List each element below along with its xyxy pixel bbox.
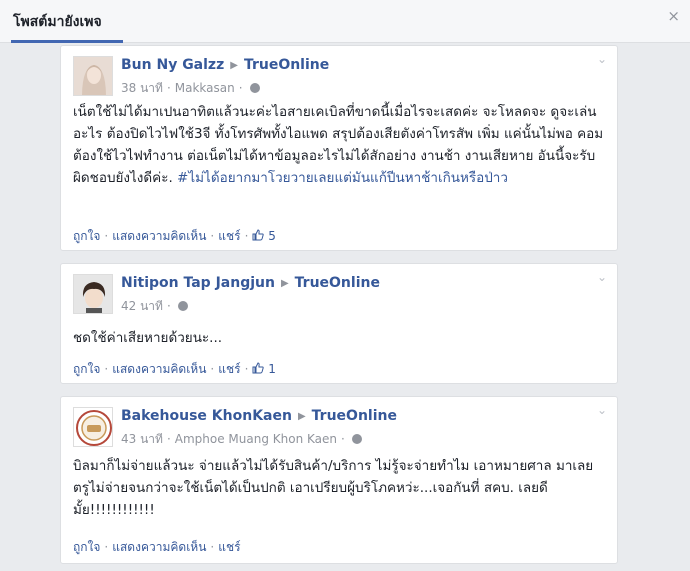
close-icon[interactable]: ×: [667, 9, 680, 24]
post-actions: ถูกใจ · แสดงความคิดเห็น · แชร์ · 5: [73, 227, 276, 246]
author-line: Bun Ny Galzz ▶ TrueOnline: [121, 57, 329, 73]
author-line: Bakehouse KhonKaen ▶ TrueOnline: [121, 408, 397, 424]
meta-separator: ·: [166, 81, 171, 95]
page-link[interactable]: TrueOnline: [244, 57, 329, 73]
like-count-value: 5: [268, 229, 276, 243]
action-separator: ·: [104, 229, 109, 243]
comment-button[interactable]: แสดงความคิดเห็น: [112, 229, 206, 243]
location[interactable]: Amphoe Muang Khon Kaen: [175, 432, 337, 446]
meta-separator: ·: [166, 299, 171, 313]
author-link[interactable]: Bakehouse KhonKaen: [121, 408, 292, 424]
author-link[interactable]: Nitipon Tap Jangjun: [121, 275, 275, 291]
post-actions: ถูกใจ · แสดงความคิดเห็น · แชร์: [73, 538, 241, 557]
share-button[interactable]: แชร์: [218, 229, 240, 243]
page-link[interactable]: TrueOnline: [312, 408, 397, 424]
posts-to-page-header: โพสต์มายังเพจ ×: [0, 0, 690, 43]
header-tab-underline: [11, 40, 123, 43]
post-meta: 38 นาที · Makkasan ·: [121, 79, 260, 98]
like-button[interactable]: ถูกใจ: [73, 229, 100, 243]
action-separator: ·: [104, 362, 109, 376]
location[interactable]: Makkasan: [175, 81, 235, 95]
arrow-right-icon: ▶: [280, 278, 289, 289]
timestamp[interactable]: 38 นาที: [121, 81, 163, 95]
chevron-down-icon[interactable]: ⌄: [597, 270, 607, 284]
post-meta: 42 นาที ·: [121, 297, 188, 316]
post-meta: 43 นาที · Amphoe Muang Khon Kaen ·: [121, 430, 362, 449]
chevron-down-icon[interactable]: ⌄: [597, 52, 607, 66]
action-separator: ·: [210, 362, 215, 376]
chevron-down-icon[interactable]: ⌄: [597, 403, 607, 417]
meta-separator: ·: [166, 432, 171, 446]
post-card: Bun Ny Galzz ▶ TrueOnline 38 นาที · Makkasan…: [60, 45, 618, 251]
author-line: Nitipon Tap Jangjun ▶ TrueOnline: [121, 275, 380, 291]
action-separator: ·: [104, 540, 109, 554]
action-separator: ·: [244, 362, 249, 376]
post-card: Bakehouse KhonKaen ▶ TrueOnline 43 นาที · Am…: [60, 396, 618, 564]
timestamp[interactable]: 42 นาที: [121, 299, 163, 313]
globe-icon: [249, 83, 260, 93]
author-link[interactable]: Bun Ny Galzz: [121, 57, 224, 73]
meta-separator: ·: [238, 81, 243, 95]
action-separator: ·: [244, 229, 249, 243]
arrow-right-icon: ▶: [230, 60, 238, 71]
comment-button[interactable]: แสดงความคิดเห็น: [112, 540, 206, 554]
thumbs-up-icon: [252, 229, 265, 241]
avatar[interactable]: [73, 407, 113, 447]
avatar[interactable]: [73, 274, 113, 314]
post-text: ชดใช้ค่าเสียหายด้วยนะ...: [73, 327, 605, 349]
like-count[interactable]: 1: [252, 362, 276, 376]
timestamp[interactable]: 43 นาที: [121, 432, 163, 446]
comment-button[interactable]: แสดงความคิดเห็น: [112, 362, 206, 376]
post-text: เน็ตใช้ไม่ได้มาเปนอาทิตแล้วนะค่ะไอสายเคเ…: [73, 101, 605, 189]
like-button[interactable]: ถูกใจ: [73, 540, 100, 554]
like-button[interactable]: ถูกใจ: [73, 362, 100, 376]
arrow-right-icon: ▶: [297, 411, 306, 422]
post-actions: ถูกใจ · แสดงความคิดเห็น · แชร์ · 1: [73, 360, 276, 379]
post-body: บิลมาก็ไม่จ่ายแล้วนะ จ่ายแล้วไม่ได้รับสิ…: [73, 458, 594, 518]
post-text: บิลมาก็ไม่จ่ายแล้วนะ จ่ายแล้วไม่ได้รับสิ…: [73, 455, 605, 521]
globe-icon: [351, 434, 362, 444]
like-count-value: 1: [268, 362, 276, 376]
meta-separator: ·: [341, 432, 345, 446]
share-button[interactable]: แชร์: [218, 540, 240, 554]
page-link[interactable]: TrueOnline: [295, 275, 380, 291]
action-separator: ·: [210, 229, 215, 243]
share-button[interactable]: แชร์: [218, 362, 240, 376]
post-card: Nitipon Tap Jangjun ▶ TrueOnline 42 นาที · …: [60, 263, 618, 384]
thumbs-up-icon: [252, 362, 265, 374]
header-title: โพสต์มายังเพจ: [13, 14, 102, 30]
action-separator: ·: [210, 540, 215, 554]
globe-icon: [177, 301, 188, 311]
avatar[interactable]: [73, 56, 113, 96]
like-count[interactable]: 5: [252, 229, 276, 243]
post-body: ชดใช้ค่าเสียหายด้วยนะ...: [73, 330, 223, 346]
hashtag-link[interactable]: #ไม่ได้อยากมาโวยวายเลยแต่มันแก้ปีนหาช้าเ…: [177, 170, 508, 186]
